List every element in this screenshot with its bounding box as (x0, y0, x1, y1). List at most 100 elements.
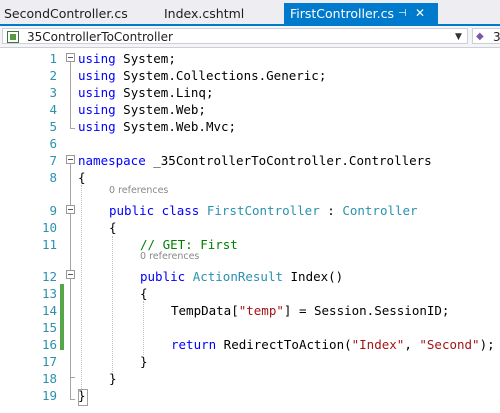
code-line: 14 TempData["temp"] = Session.SessionID; (0, 302, 500, 319)
code-token: ] = Session.SessionID; (283, 303, 450, 318)
code-token: return (171, 337, 217, 352)
code-text: } (140, 353, 148, 370)
code-text: } (109, 370, 117, 387)
code-text: { (140, 285, 148, 302)
code-token: using (78, 51, 116, 66)
code-token: TempData[ (171, 303, 239, 318)
code-token: "temp" (238, 303, 284, 318)
code-line: 5 using System.Web.Mvc; (0, 118, 500, 135)
line-number: 8 (49, 170, 57, 185)
code-token: Controller (342, 203, 418, 218)
code-token: using (78, 119, 116, 134)
code-token: System.Web; (115, 102, 206, 117)
code-text: public class FirstController : Controlle… (109, 202, 418, 219)
code-token: } (140, 354, 148, 369)
line-number: 6 (49, 136, 57, 151)
code-token: System.Linq; (115, 85, 214, 100)
code-text: using System.Web.Mvc; (78, 118, 236, 135)
code-token: } (78, 388, 86, 403)
code-editor[interactable]: 0 references 0 references 1 using System;… (0, 48, 500, 413)
code-token: using (78, 68, 116, 83)
code-token: , (404, 337, 420, 352)
tab-label: Index.cshtml (164, 6, 245, 21)
code-line: 11 // GET: First (0, 236, 500, 253)
code-token: // GET: First (140, 237, 238, 252)
code-text: // GET: First (140, 236, 238, 253)
code-line: 16 return RedirectToAction("Index", "Seco… (0, 336, 500, 353)
line-number: 4 (49, 102, 57, 117)
line-number: 1 (49, 51, 57, 66)
document-tab-bar: SecondController.cs Index.cshtml FirstCo… (0, 0, 500, 26)
code-token: namespace (78, 153, 146, 168)
code-line: 15 (0, 319, 500, 336)
code-line: 4 using System.Web; (0, 101, 500, 118)
code-token: { (109, 220, 117, 235)
code-lens-references[interactable]: 0 references (109, 184, 168, 198)
code-text: TempData["temp"] = Session.SessionID; (171, 302, 449, 319)
code-text: using System; (78, 50, 176, 67)
csharp-project-icon (7, 31, 19, 43)
member-combo[interactable]: ◆ _3 (472, 28, 500, 44)
project-combo-value: _35ControllerToController (21, 30, 173, 44)
tab-label: SecondController.cs (4, 6, 128, 21)
tab-index-cshtml[interactable]: Index.cshtml (164, 3, 272, 24)
line-number: 13 (41, 286, 57, 301)
tab-first-controller[interactable]: FirstController.cs ⊣ ✕ (284, 3, 438, 24)
code-token: { (140, 286, 148, 301)
line-number: 12 (41, 269, 57, 284)
line-number: 19 (41, 388, 57, 403)
code-token: using (78, 102, 116, 117)
code-text: namespace _35ControllerToController.Cont… (78, 152, 432, 169)
line-number: 11 (41, 237, 57, 252)
line-number: 16 (41, 337, 57, 352)
project-combo[interactable]: _35ControllerToController ▼ (2, 28, 468, 44)
code-token: : (319, 203, 343, 218)
code-line: 13 { (0, 285, 500, 302)
line-number: 18 (41, 371, 57, 386)
code-line: 7 namespace _35ControllerToController.Con… (0, 152, 500, 169)
code-token: System.Collections.Generic; (115, 68, 327, 83)
line-number: 10 (41, 220, 57, 235)
code-token: public class (109, 203, 200, 218)
code-line: 1 using System; (0, 50, 500, 67)
code-token: ActionResult (192, 269, 283, 284)
navigation-bar: _35ControllerToController ▼ ◆ _3 (0, 26, 500, 48)
code-line: 3 using System.Linq; (0, 84, 500, 101)
code-text: public ActionResult Index() (140, 268, 343, 285)
code-line: 10 { (0, 219, 500, 236)
tab-label: FirstController.cs (290, 6, 395, 21)
code-token: using (78, 85, 116, 100)
line-number: 9 (49, 203, 57, 218)
code-line: 9 public class FirstController : Controll… (0, 202, 500, 219)
line-number: 15 (41, 320, 57, 335)
code-line: 6 (0, 135, 500, 152)
code-token: _35ControllerToController.Controllers (145, 153, 432, 168)
line-number: 2 (49, 68, 57, 83)
code-token: ); (479, 337, 495, 352)
pin-icon[interactable]: ⊣ (398, 3, 407, 24)
close-icon[interactable]: ✕ (415, 3, 425, 24)
code-token: "Index" (351, 337, 405, 352)
line-number: 17 (41, 354, 57, 369)
line-number: 7 (49, 153, 57, 168)
line-number: 5 (49, 119, 57, 134)
code-token: "Second" (419, 337, 480, 352)
code-line: 17} (0, 353, 500, 370)
code-text: { (109, 219, 117, 236)
code-token: { (78, 170, 86, 185)
code-token: Index() (283, 269, 344, 284)
code-token: System.Web.Mvc; (115, 119, 237, 134)
code-token: System; (115, 51, 176, 66)
line-number: 3 (49, 85, 57, 100)
line-number: 14 (41, 303, 57, 318)
code-text: { (78, 169, 86, 186)
code-text: } (78, 387, 86, 404)
member-icon: ◆ (476, 31, 484, 42)
tab-second-controller[interactable]: SecondController.cs (4, 3, 128, 24)
code-line: 2 using System.Collections.Generic; (0, 67, 500, 84)
code-text: using System.Web; (78, 101, 206, 118)
code-token: RedirectToAction( (216, 337, 352, 352)
chevron-down-icon: ▼ (455, 32, 462, 42)
